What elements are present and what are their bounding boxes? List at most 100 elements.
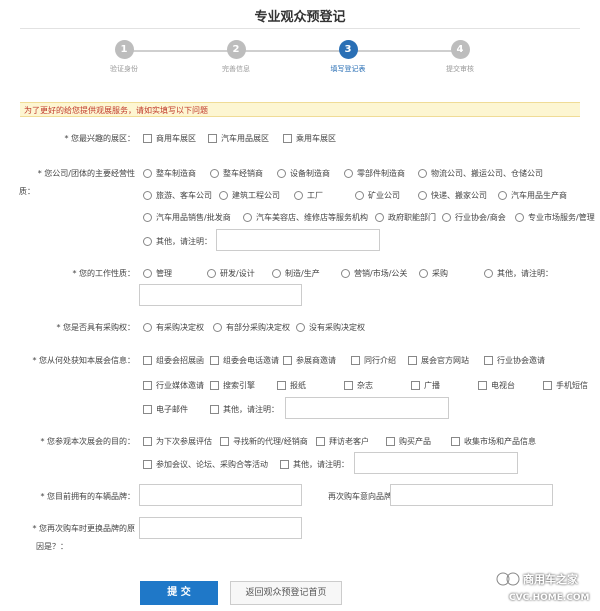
q2-option[interactable]: 零部件制造商 (344, 168, 405, 179)
q3-option[interactable]: 采购 (419, 268, 448, 279)
q2-option[interactable]: 快递、搬家公司 (418, 190, 487, 201)
checkbox[interactable] (277, 381, 286, 390)
radio[interactable] (272, 269, 281, 278)
q5-option[interactable]: 报纸 (277, 380, 306, 391)
q2-option[interactable]: 汽车用品生产商 (498, 190, 567, 201)
q6-option-other[interactable]: 其他，请注明： (280, 459, 349, 470)
q2-option[interactable]: 汽车美容店、维修店等服务机构 (243, 212, 368, 223)
checkbox[interactable] (220, 437, 229, 446)
q2-option[interactable]: 物流公司、搬运公司、仓储公司 (418, 168, 543, 179)
checkbox[interactable] (143, 405, 152, 414)
radio[interactable] (210, 169, 219, 178)
checkbox[interactable] (543, 381, 552, 390)
q2-other-input[interactable] (216, 229, 380, 251)
checkbox[interactable] (283, 134, 292, 143)
radio[interactable] (418, 169, 427, 178)
intended-brand-input[interactable] (390, 484, 553, 506)
q2-option-other[interactable]: 其他，请注明： (143, 236, 212, 247)
q3-option[interactable]: 制造/生产 (272, 268, 320, 279)
checkbox[interactable] (210, 356, 219, 365)
q2-option[interactable]: 设备制造商 (277, 168, 330, 179)
q6-option[interactable]: 参加会议、论坛、采购合等活动 (143, 459, 268, 470)
radio[interactable] (143, 323, 152, 332)
checkbox[interactable] (484, 356, 493, 365)
q5-option[interactable]: 广播 (411, 380, 440, 391)
checkbox[interactable] (451, 437, 460, 446)
q5-option[interactable]: 电视台 (478, 380, 515, 391)
q6-other-input[interactable] (354, 452, 518, 474)
checkbox[interactable] (143, 356, 152, 365)
q3-option[interactable]: 研发/设计 (207, 268, 255, 279)
q6-option[interactable]: 拜访老客户 (316, 436, 369, 447)
radio[interactable] (344, 169, 353, 178)
q3-option-other[interactable]: 其他，请注明： (484, 268, 553, 279)
checkbox[interactable] (408, 356, 417, 365)
q4-option[interactable]: 有部分采购决定权 (213, 322, 290, 333)
radio[interactable] (219, 191, 228, 200)
q2-option[interactable]: 工厂 (294, 190, 323, 201)
checkbox[interactable] (143, 134, 152, 143)
checkbox[interactable] (386, 437, 395, 446)
radio[interactable] (375, 213, 384, 222)
q4-option[interactable]: 没有采购决定权 (296, 322, 365, 333)
checkbox[interactable] (478, 381, 487, 390)
q5-option[interactable]: 杂志 (344, 380, 373, 391)
brand-change-reason-input[interactable] (139, 517, 302, 539)
radio[interactable] (341, 269, 350, 278)
q5-option[interactable]: 展会官方网站 (408, 355, 469, 366)
q5-option-other[interactable]: 其他，请注明： (210, 404, 279, 415)
checkbox[interactable] (283, 356, 292, 365)
q5-option[interactable]: 组委会电话邀请 (210, 355, 279, 366)
radio[interactable] (418, 191, 427, 200)
q2-option[interactable]: 行业协会/商会 (442, 212, 506, 223)
radio[interactable] (498, 191, 507, 200)
q5-option[interactable]: 电子邮件 (143, 404, 188, 415)
radio[interactable] (294, 191, 303, 200)
radio[interactable] (143, 213, 152, 222)
radio[interactable] (243, 213, 252, 222)
q3-other-input[interactable] (139, 284, 302, 306)
q5-option[interactable]: 手机短信 (543, 380, 588, 391)
radio[interactable] (213, 323, 222, 332)
radio[interactable] (277, 169, 286, 178)
q3-option[interactable]: 管理 (143, 268, 172, 279)
checkbox[interactable] (208, 134, 217, 143)
checkbox[interactable] (411, 381, 420, 390)
q5-option[interactable]: 行业媒体邀请 (143, 380, 204, 391)
submit-button[interactable]: 提 交 (140, 581, 218, 605)
radio[interactable] (143, 169, 152, 178)
q2-option[interactable]: 建筑工程公司 (219, 190, 280, 201)
q1-option[interactable]: 汽车用品展区 (208, 133, 269, 144)
radio[interactable] (419, 269, 428, 278)
q2-option[interactable]: 旅游、客车公司 (143, 190, 212, 201)
checkbox[interactable] (316, 437, 325, 446)
radio[interactable] (143, 191, 152, 200)
q2-option[interactable]: 整车制造商 (143, 168, 196, 179)
q6-option[interactable]: 为下次参展评估 (143, 436, 212, 447)
q1-option[interactable]: 商用车展区 (143, 133, 196, 144)
checkbox[interactable] (143, 381, 152, 390)
q5-option[interactable]: 同行介绍 (351, 355, 396, 366)
checkbox[interactable] (351, 356, 360, 365)
checkbox[interactable] (143, 460, 152, 469)
back-to-home-button[interactable]: 返回观众预登记首页 (230, 581, 342, 605)
q5-option[interactable]: 搜索引擎 (210, 380, 255, 391)
radio[interactable] (143, 237, 152, 246)
q6-option[interactable]: 购买产品 (386, 436, 431, 447)
checkbox[interactable] (280, 460, 289, 469)
radio[interactable] (207, 269, 216, 278)
current-brand-input[interactable] (139, 484, 302, 506)
q5-option[interactable]: 行业协会邀请 (484, 355, 545, 366)
radio[interactable] (515, 213, 524, 222)
q1-option[interactable]: 乘用车展区 (283, 133, 336, 144)
radio[interactable] (296, 323, 305, 332)
checkbox[interactable] (143, 437, 152, 446)
q3-option[interactable]: 营销/市场/公关 (341, 268, 407, 279)
q2-option[interactable]: 汽车用品销售/批发商 (143, 212, 231, 223)
q4-option[interactable]: 有采购决定权 (143, 322, 204, 333)
q6-option[interactable]: 寻找新的代理/经销商 (220, 436, 308, 447)
radio[interactable] (143, 269, 152, 278)
checkbox[interactable] (210, 405, 219, 414)
radio[interactable] (442, 213, 451, 222)
q6-option[interactable]: 收集市场和产品信息 (451, 436, 536, 447)
